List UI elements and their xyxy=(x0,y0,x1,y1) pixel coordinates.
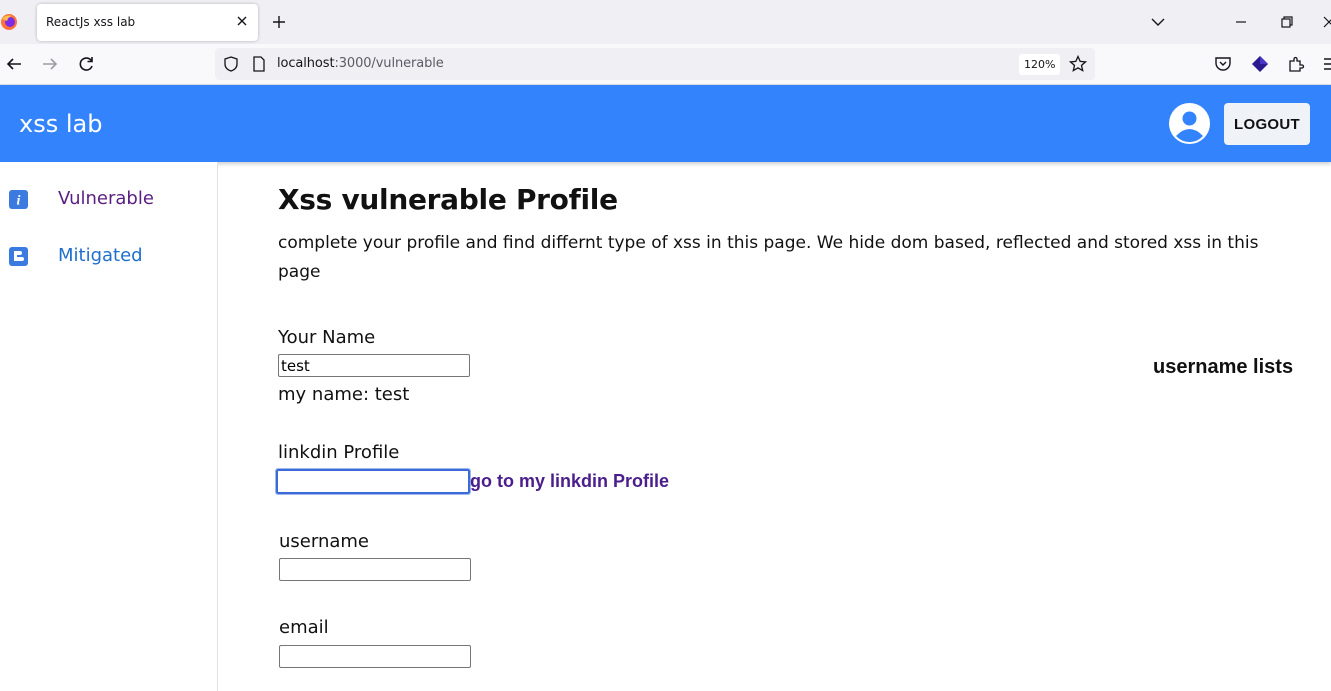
zoom-level[interactable]: 120% xyxy=(1019,54,1061,75)
firefox-logo-icon xyxy=(1,14,17,30)
extensions-puzzle-icon[interactable] xyxy=(1287,55,1305,73)
back-arrow-icon[interactable] xyxy=(4,54,24,74)
sidebar-item-label: Vulnerable xyxy=(58,188,154,209)
sidebar: i Vulnerable Mitigated xyxy=(0,162,218,691)
svg-text:i: i xyxy=(17,194,21,209)
star-icon[interactable] xyxy=(1069,55,1087,73)
linkedin-profile-link[interactable]: go to my linkdin Profile xyxy=(470,471,669,492)
browser-tabstrip: ReactJs xss lab xyxy=(0,0,1331,44)
url-text: localhost:3000/vulnerable xyxy=(277,56,444,71)
email-input[interactable] xyxy=(279,645,471,668)
app-header: xss lab LOGOUT xyxy=(0,85,1331,162)
browser-navbar: localhost:3000/vulnerable 120% xyxy=(0,44,1331,85)
window-close-icon[interactable] xyxy=(1321,14,1331,30)
my-name-text: my name: test xyxy=(278,384,410,405)
menu-icon[interactable] xyxy=(1322,55,1331,73)
page-title: Xss vulnerable Profile xyxy=(278,183,618,216)
email-label: email xyxy=(279,617,329,638)
chevron-down-icon[interactable] xyxy=(1150,14,1166,30)
username-input[interactable] xyxy=(279,558,471,581)
url-path: :3000/vulnerable xyxy=(334,56,444,71)
forward-arrow-icon[interactable] xyxy=(40,54,60,74)
sidebar-item-vulnerable[interactable]: i Vulnerable xyxy=(0,175,217,225)
account-avatar-icon[interactable] xyxy=(1169,103,1210,144)
url-host: localhost xyxy=(277,56,335,71)
extension-diamond-icon[interactable] xyxy=(1251,55,1269,73)
shield-icon[interactable] xyxy=(223,56,239,72)
your-name-label: Your Name xyxy=(278,327,376,348)
close-icon[interactable] xyxy=(234,13,250,29)
minimize-icon[interactable] xyxy=(1233,14,1249,30)
pocket-icon[interactable] xyxy=(1214,55,1232,73)
main-content: Xss vulnerable Profile complete your pro… xyxy=(218,162,1331,691)
blogger-icon xyxy=(9,247,28,266)
reload-icon[interactable] xyxy=(76,54,96,74)
your-name-input[interactable] xyxy=(278,354,470,377)
linkedin-label: linkdin Profile xyxy=(278,442,400,463)
url-bar[interactable]: localhost:3000/vulnerable 120% xyxy=(215,48,1095,80)
browser-tab[interactable]: ReactJs xss lab xyxy=(37,4,258,41)
logout-button[interactable]: LOGOUT xyxy=(1224,103,1310,145)
app-title: xss lab xyxy=(19,110,103,138)
username-lists-heading: username lists xyxy=(1153,356,1294,378)
sidebar-item-mitigated[interactable]: Mitigated xyxy=(0,232,217,282)
linkedin-input[interactable] xyxy=(275,468,471,495)
tab-title: ReactJs xss lab xyxy=(46,15,136,29)
page-description: complete your profile and find differnt … xyxy=(278,233,1259,282)
username-label: username xyxy=(279,531,369,552)
restore-icon[interactable] xyxy=(1279,14,1295,30)
sidebar-item-label: Mitigated xyxy=(58,245,143,266)
page-icon[interactable] xyxy=(251,56,267,72)
plus-icon[interactable] xyxy=(271,14,287,30)
info-icon: i xyxy=(9,190,28,209)
